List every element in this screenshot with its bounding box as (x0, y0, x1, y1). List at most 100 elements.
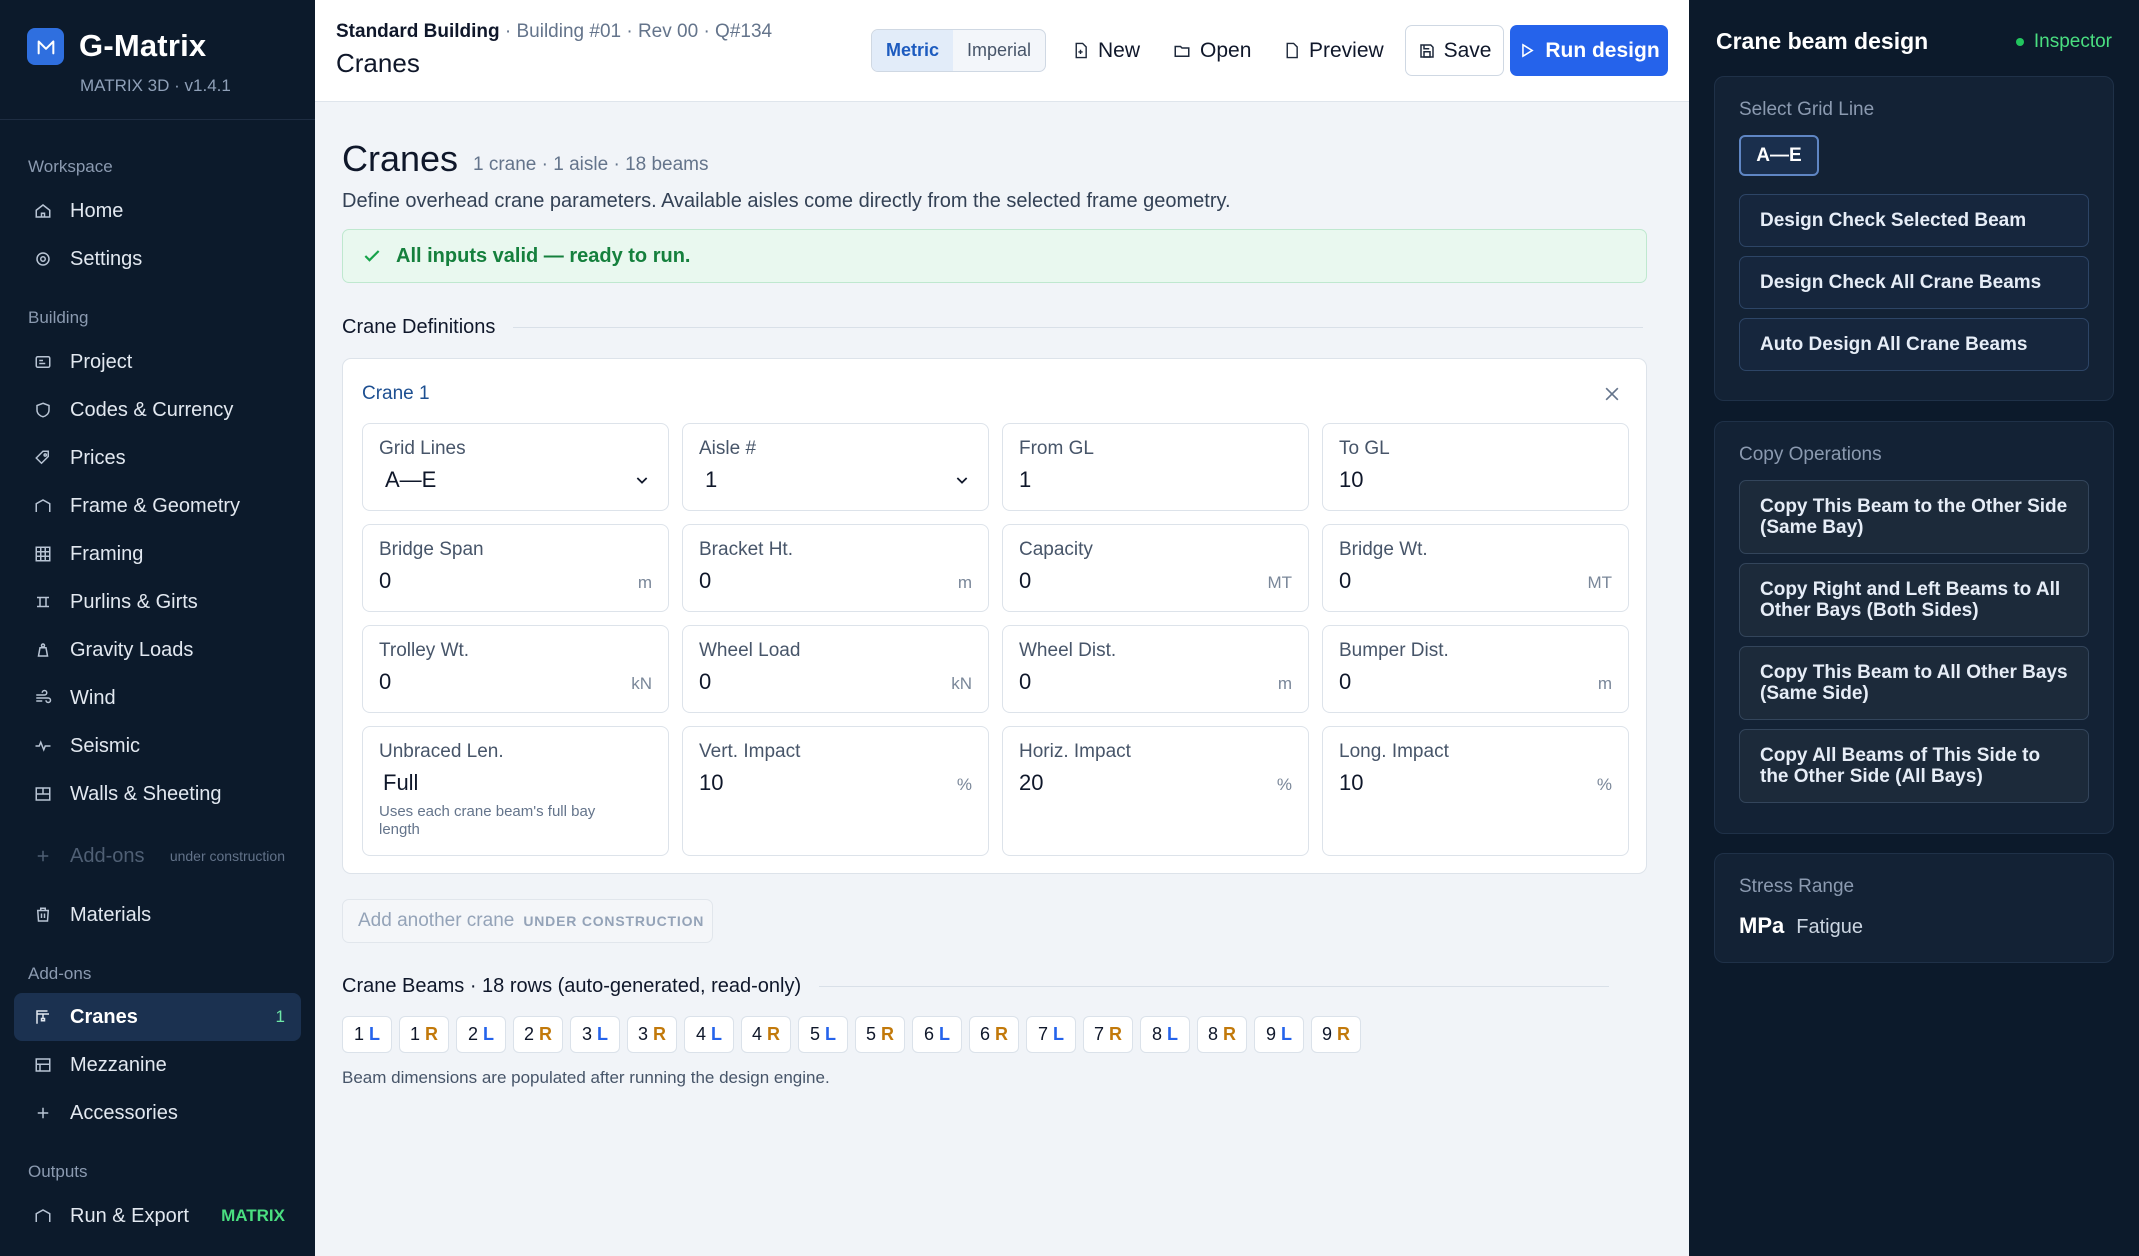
copy-operations-panel: Copy Operations Copy This Beam to the Ot… (1714, 421, 2114, 834)
field-value: 0 (379, 568, 392, 593)
wheel-load-input[interactable]: Wheel Load 0 kN (682, 625, 989, 713)
sidebar-item-cranes[interactable]: Cranes 1 (14, 993, 301, 1041)
copy-beam-other-side-button[interactable]: Copy This Beam to the Other Side (Same B… (1739, 480, 2089, 554)
beam-chip[interactable]: 9R (1311, 1016, 1361, 1053)
unit-imperial-option[interactable]: Imperial (953, 30, 1045, 71)
field-value: 10 (1339, 770, 1364, 795)
beam-chip[interactable]: 8L (1140, 1016, 1190, 1053)
beam-chip[interactable]: 7L (1026, 1016, 1076, 1053)
field-label: From GL (1019, 438, 1094, 459)
open-button[interactable]: Open (1173, 29, 1251, 72)
sidebar-item-home[interactable]: Home (14, 187, 301, 235)
beam-chip[interactable]: 7R (1083, 1016, 1133, 1053)
sidebar-item-seismic[interactable]: Seismic (14, 722, 301, 770)
bumper-distance-input[interactable]: Bumper Dist. 0 m (1322, 625, 1629, 713)
field-value: 0 (699, 568, 712, 593)
run-design-button[interactable]: Run design (1510, 25, 1668, 76)
wheel-distance-input[interactable]: Wheel Dist. 0 m (1002, 625, 1309, 713)
sidebar-item-label: Add-ons (70, 844, 145, 867)
beam-chip[interactable]: 4L (684, 1016, 734, 1053)
beam-chip[interactable]: 4R (741, 1016, 791, 1053)
under-construction-tag: under construction (169, 848, 285, 864)
wall-icon (32, 783, 54, 805)
run-design-label: Run design (1545, 38, 1660, 62)
beam-chip[interactable]: 2L (456, 1016, 506, 1053)
bridge-span-input[interactable]: Bridge Span 0 m (362, 524, 669, 612)
longitudinal-impact-input[interactable]: Long. Impact 10 % (1322, 726, 1629, 856)
sidebar-item-wind[interactable]: Wind (14, 674, 301, 722)
inspector-badge-label: Inspector (2033, 31, 2112, 52)
main-content: Cranes 1 crane · 1 aisle · 18 beams Defi… (315, 102, 1689, 1256)
beam-chip[interactable]: 2R (513, 1016, 563, 1053)
capacity-input[interactable]: Capacity 0 MT (1002, 524, 1309, 612)
beam-chip[interactable]: 6L (912, 1016, 962, 1053)
sidebar-item-walls[interactable]: Walls & Sheeting (14, 770, 301, 818)
brand: G-Matrix MATRIX 3D · v1.4.1 (0, 0, 315, 120)
grid-line-chip[interactable]: A—E (1739, 135, 1819, 176)
beam-chip[interactable]: 3L (570, 1016, 620, 1053)
field-label: Bracket Ht. (699, 539, 793, 560)
bridge-weight-input[interactable]: Bridge Wt. 0 MT (1322, 524, 1629, 612)
vertical-impact-input[interactable]: Vert. Impact 10 % (682, 726, 989, 856)
preview-button[interactable]: Preview (1283, 29, 1384, 72)
sidebar-item-settings[interactable]: Settings (14, 235, 301, 283)
unit-metric-option[interactable]: Metric (872, 30, 954, 71)
sidebar-item-label: Purlins & Girts (70, 590, 198, 613)
design-check-selected-button[interactable]: Design Check Selected Beam (1739, 194, 2089, 247)
save-button[interactable]: Save (1405, 25, 1504, 76)
save-icon (1419, 43, 1434, 58)
beam-chip[interactable]: 6R (969, 1016, 1019, 1053)
sidebar-item-accessories[interactable]: Accessories (14, 1089, 301, 1137)
copy-both-beams-all-bays-button[interactable]: Copy Right and Left Beams to All Other B… (1739, 563, 2089, 637)
field-value: 0 (1019, 568, 1032, 593)
sidebar-item-purlins[interactable]: Purlins & Girts (14, 578, 301, 626)
horizontal-impact-input[interactable]: Horiz. Impact 20 % (1002, 726, 1309, 856)
preview-button-label: Preview (1309, 38, 1384, 62)
beam-number: 6 (923, 1024, 934, 1044)
remove-crane-button[interactable] (1602, 384, 1622, 409)
chevron-down-icon (634, 472, 650, 493)
page-title: Cranes (342, 138, 459, 179)
beam-chip[interactable]: 1R (399, 1016, 449, 1053)
beam-side: R (1109, 1024, 1122, 1044)
field-value: 1 (705, 467, 718, 492)
aisle-select[interactable]: Aisle # 1 (682, 423, 989, 511)
sidebar-item-framing[interactable]: Framing (14, 530, 301, 578)
sidebar-item-gravity[interactable]: Gravity Loads (14, 626, 301, 674)
sidebar-item-frame[interactable]: Frame & Geometry (14, 482, 301, 530)
beam-chip[interactable]: 3R (627, 1016, 677, 1053)
beam-chip[interactable]: 1L (342, 1016, 392, 1053)
beam-chip[interactable]: 8R (1197, 1016, 1247, 1053)
plus-icon (32, 845, 54, 867)
sidebar-item-run-export[interactable]: Run & Export MATRIX (14, 1192, 301, 1240)
field-unit: m (957, 573, 972, 592)
beam-chip[interactable]: 5L (798, 1016, 848, 1053)
section-crane-beams: Crane Beams · 18 rows (auto-generated, r… (342, 975, 1647, 998)
field-unit: m (1277, 674, 1292, 693)
copy-side-to-other-side-button[interactable]: Copy All Beams of This Side to the Other… (1739, 729, 2089, 803)
beam-chip[interactable]: 9L (1254, 1016, 1304, 1053)
beam-chip[interactable]: 5R (855, 1016, 905, 1053)
from-gl-input[interactable]: From GL 1 (1002, 423, 1309, 511)
beam-side: L (1053, 1024, 1064, 1044)
bracket-height-input[interactable]: Bracket Ht. 0 m (682, 524, 989, 612)
sidebar-item-materials[interactable]: Materials (14, 891, 301, 939)
to-gl-input[interactable]: To GL 10 (1322, 423, 1629, 511)
grid-lines-select[interactable]: Grid Lines A—E (362, 423, 669, 511)
copy-beam-all-bays-button[interactable]: Copy This Beam to All Other Bays (Same S… (1739, 646, 2089, 720)
sidebar-item-project[interactable]: Project (14, 338, 301, 386)
beam-number: 8 (1151, 1024, 1162, 1044)
sidebar-item-prices[interactable]: Prices (14, 434, 301, 482)
design-check-all-button[interactable]: Design Check All Crane Beams (1739, 256, 2089, 309)
breadcrumb-building[interactable]: Standard Building (336, 21, 500, 42)
beam-note: Beam dimensions are populated after runn… (342, 1068, 830, 1087)
sidebar-item-label: Gravity Loads (70, 638, 194, 661)
auto-design-all-button[interactable]: Auto Design All Crane Beams (1739, 318, 2089, 371)
unbraced-length-input[interactable]: Unbraced Len. Full Uses each crane beam'… (362, 726, 669, 856)
chart-icon (32, 1205, 54, 1227)
field-label: Vert. Impact (699, 741, 801, 762)
sidebar-item-mezzanine[interactable]: Mezzanine (14, 1041, 301, 1089)
new-button[interactable]: New (1072, 29, 1140, 72)
sidebar-item-codes[interactable]: Codes & Currency (14, 386, 301, 434)
trolley-weight-input[interactable]: Trolley Wt. 0 kN (362, 625, 669, 713)
